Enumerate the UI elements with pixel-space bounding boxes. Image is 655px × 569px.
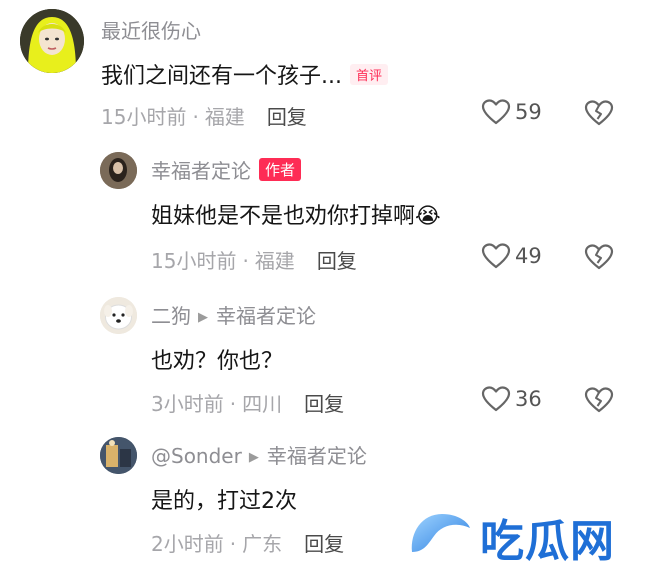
reply-button[interactable]: 回复 xyxy=(267,105,307,129)
avatar-image xyxy=(100,437,137,474)
dislike-button[interactable] xyxy=(584,99,614,131)
like-button[interactable]: 49 xyxy=(481,242,542,270)
avatar[interactable] xyxy=(100,437,137,474)
meta-separator: · xyxy=(192,105,199,129)
meta-separator: · xyxy=(242,249,249,273)
like-button[interactable]: 59 xyxy=(481,98,542,126)
comment-2: 幸福者定论 作者 姐妹他是不是也劝你打掉啊😭 15小时前 · 福建 回复 49 xyxy=(0,140,655,280)
reply-header: @Sonder ▶ 幸福者定论 xyxy=(151,440,367,469)
broken-heart-icon xyxy=(584,387,614,413)
location: 福建 xyxy=(204,105,245,129)
meta-separator: · xyxy=(229,532,237,556)
heart-outline-icon xyxy=(481,386,511,412)
comment-body: 我们之间还有一个孩子... xyxy=(101,64,342,89)
crying-emoji: 😭 xyxy=(415,204,441,229)
broken-heart-icon xyxy=(584,244,614,270)
reply-button[interactable]: 回复 xyxy=(317,249,357,273)
comment-meta: 15小时前 · 福建 回复 xyxy=(101,101,307,130)
username[interactable]: 幸福者定论 xyxy=(151,159,251,183)
timestamp: 3小时前 xyxy=(151,392,224,416)
timestamp: 15小时前 xyxy=(151,249,237,273)
author-badge: 作者 xyxy=(259,158,302,181)
avatar[interactable] xyxy=(20,9,84,73)
reply-button[interactable]: 回复 xyxy=(304,392,344,416)
avatar-image xyxy=(20,9,84,73)
reply-arrow-icon: ▶ xyxy=(248,450,259,465)
watermark-text: 吃瓜网 xyxy=(480,516,615,567)
dislike-button[interactable] xyxy=(584,243,614,275)
comment-meta: 15小时前 · 福建 回复 xyxy=(151,245,357,274)
avatar[interactable] xyxy=(100,297,137,334)
username[interactable]: 二狗 xyxy=(151,304,191,328)
comment-body: 也劝？你也？ xyxy=(151,349,284,374)
location: 四川 xyxy=(242,392,283,416)
like-count: 49 xyxy=(515,244,542,268)
reply-button[interactable]: 回复 xyxy=(304,532,344,556)
comment-text: 姐妹他是不是也劝你打掉啊😭 xyxy=(151,198,441,230)
comment-1: 最近很伤心 我们之间还有一个孩子... 首评 15小时前 · 福建 回复 59 xyxy=(0,0,655,135)
comment-3: 二狗 ▶ 幸福者定论 也劝？你也？ 3小时前 · 四川 回复 36 xyxy=(0,285,655,425)
reply-arrow-icon: ▶ xyxy=(198,310,208,325)
comment-text: 是的，打过2次 xyxy=(151,483,297,515)
reply-header: 二狗 ▶ 幸福者定论 xyxy=(151,300,316,329)
location: 广东 xyxy=(242,532,283,556)
username[interactable]: @Sonder xyxy=(151,444,242,468)
comment-meta: 3小时前 · 四川 回复 xyxy=(151,388,344,417)
reply-to-username[interactable]: 幸福者定论 xyxy=(216,304,316,328)
comment-meta: 2小时前 · 广东 回复 xyxy=(151,528,344,557)
dislike-button[interactable] xyxy=(584,386,614,418)
avatar-image xyxy=(100,297,137,334)
timestamp: 15小时前 xyxy=(101,105,187,129)
watermark-logo-icon xyxy=(411,514,470,552)
author-username[interactable]: 幸福者定论 作者 xyxy=(151,155,302,184)
heart-outline-icon xyxy=(481,99,511,125)
reply-to-username[interactable]: 幸福者定论 xyxy=(267,444,367,468)
like-button[interactable]: 36 xyxy=(481,385,542,413)
timestamp: 2小时前 xyxy=(151,532,224,556)
heart-outline-icon xyxy=(481,243,511,269)
first-comment-badge: 首评 xyxy=(349,64,388,85)
username[interactable]: 最近很伤心 xyxy=(101,15,201,44)
like-count: 36 xyxy=(515,387,542,411)
like-count: 59 xyxy=(515,100,542,124)
comment-text: 我们之间还有一个孩子... 首评 xyxy=(101,58,388,90)
comment-body: 是的，打过2次 xyxy=(151,489,297,514)
watermark: 吃瓜网 xyxy=(400,505,655,567)
comment-body: 姐妹他是不是也劝你打掉啊 xyxy=(151,204,416,229)
avatar-image xyxy=(100,152,137,189)
broken-heart-icon xyxy=(584,100,614,126)
comment-text: 也劝？你也？ xyxy=(151,343,283,375)
avatar[interactable] xyxy=(100,152,137,189)
meta-separator: · xyxy=(229,392,237,416)
location: 福建 xyxy=(254,249,295,273)
